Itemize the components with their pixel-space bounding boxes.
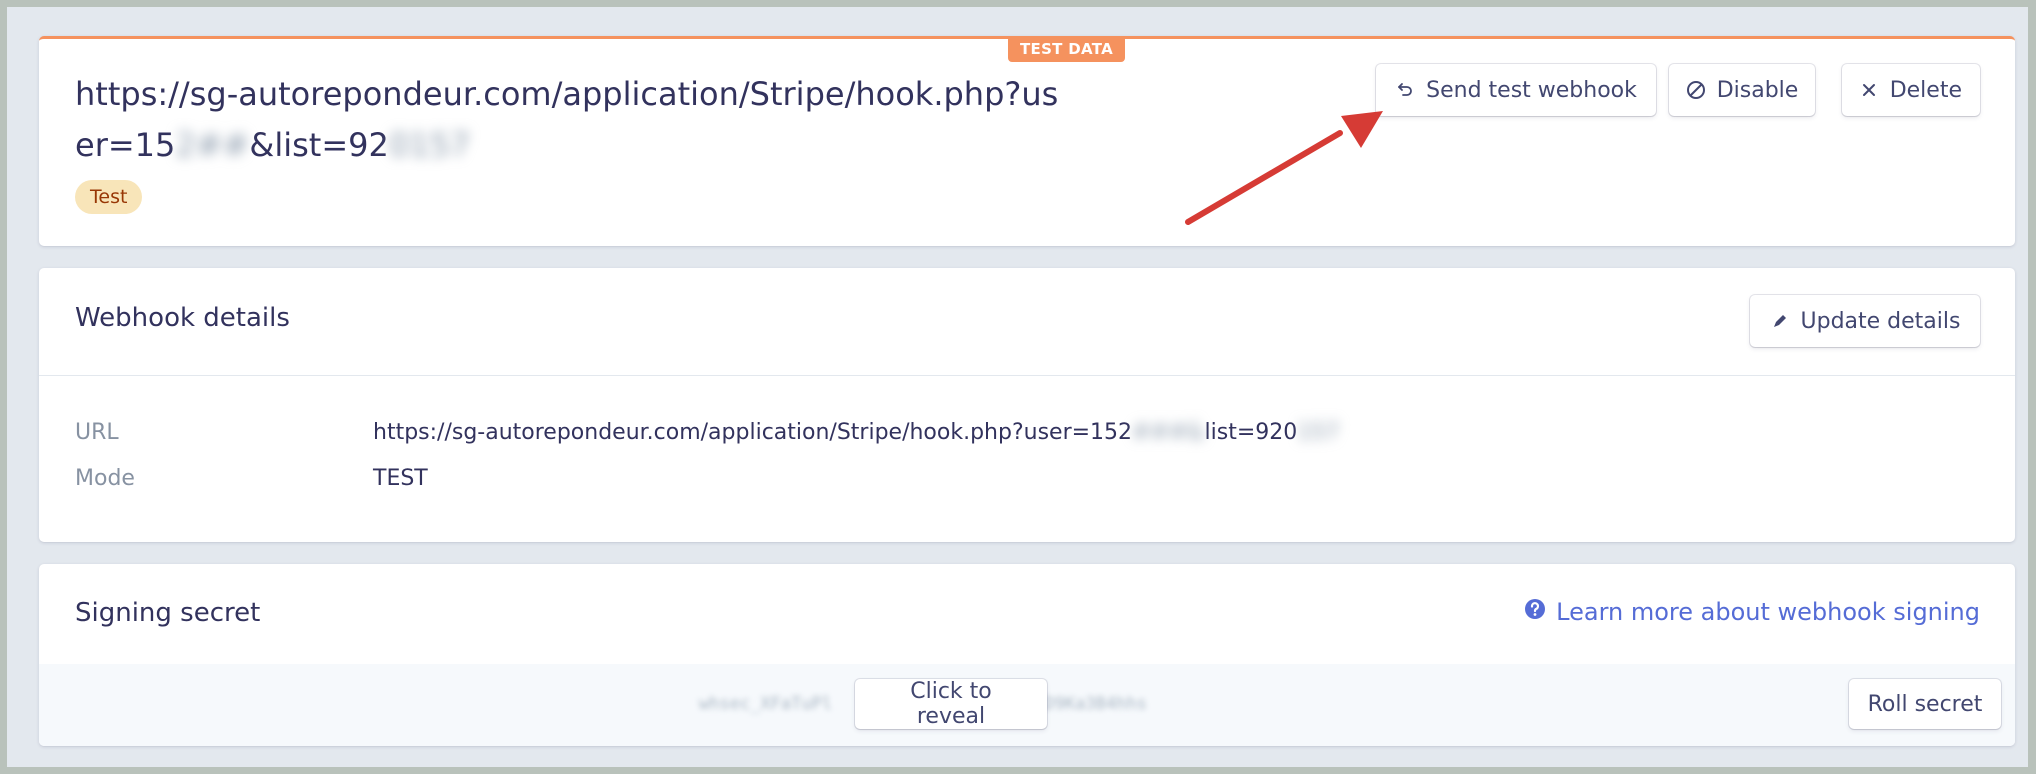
update-details-button[interactable]: Update details [1750, 295, 1980, 347]
update-details-label: Update details [1800, 308, 1961, 334]
mode-value: TEST [373, 466, 428, 491]
endpoint-url-part: &list=92 [249, 126, 389, 164]
learn-more-label: Learn more about webhook signing [1556, 598, 1980, 626]
webhook-details-card: Webhook details Update details URL https… [39, 268, 2015, 542]
secret-reveal-area: whsec_XFaTuPl LLD9Ka3B4hhs Click to revea… [39, 664, 2015, 746]
endpoint-url-title: https://sg-autorepondeur.com/application… [75, 69, 1075, 171]
divider [39, 375, 2015, 376]
redacted-text: 2## [175, 126, 250, 164]
circle-slash-icon [1686, 80, 1706, 100]
delete-button[interactable]: Delete [1842, 64, 1980, 116]
send-test-webhook-label: Send test webhook [1426, 77, 1637, 103]
test-data-tab: TEST DATA [1008, 36, 1126, 62]
learn-more-link[interactable]: Learn more about webhook signing [1524, 598, 1980, 626]
url-label: URL [75, 420, 119, 445]
url-value: https://sg-autorepondeur.com/application… [373, 420, 1339, 445]
pencil-icon [1770, 311, 1790, 331]
close-icon [1860, 80, 1879, 100]
redacted-text: 0157 [388, 126, 471, 164]
url-value-part: https://sg-autorepondeur.com/application… [373, 420, 1133, 445]
mode-label: Mode [75, 466, 135, 491]
redacted-text: 157 [1297, 420, 1340, 445]
endpoint-header-card: TEST DATA https://sg-autorepondeur.com/a… [39, 36, 2015, 246]
question-circle-icon [1524, 598, 1546, 626]
click-to-reveal-label: Click to reveal [910, 679, 992, 729]
return-arrow-icon [1395, 80, 1415, 100]
url-value-part: list=920 [1204, 420, 1298, 445]
roll-secret-button[interactable]: Roll secret [1849, 679, 2001, 729]
webhook-details-title: Webhook details [75, 303, 290, 333]
disable-button[interactable]: Disable [1669, 64, 1815, 116]
redacted-text: ###& [1132, 420, 1205, 445]
signing-secret-title: Signing secret [75, 598, 261, 628]
masked-secret-part: whsec_XFaTuPl [699, 694, 833, 714]
disable-label: Disable [1716, 77, 1799, 103]
click-to-reveal-button[interactable]: Click to reveal [855, 679, 1047, 729]
roll-secret-label: Roll secret [1867, 691, 1983, 717]
endpoint-url-part: https://sg-autorepondeur.com/application… [75, 75, 1022, 113]
signing-secret-card: Signing secret Learn more about webhook … [39, 564, 2015, 746]
mode-badge: Test [75, 180, 143, 214]
send-test-webhook-button[interactable]: Send test webhook [1376, 64, 1656, 116]
delete-label: Delete [1889, 77, 1962, 103]
